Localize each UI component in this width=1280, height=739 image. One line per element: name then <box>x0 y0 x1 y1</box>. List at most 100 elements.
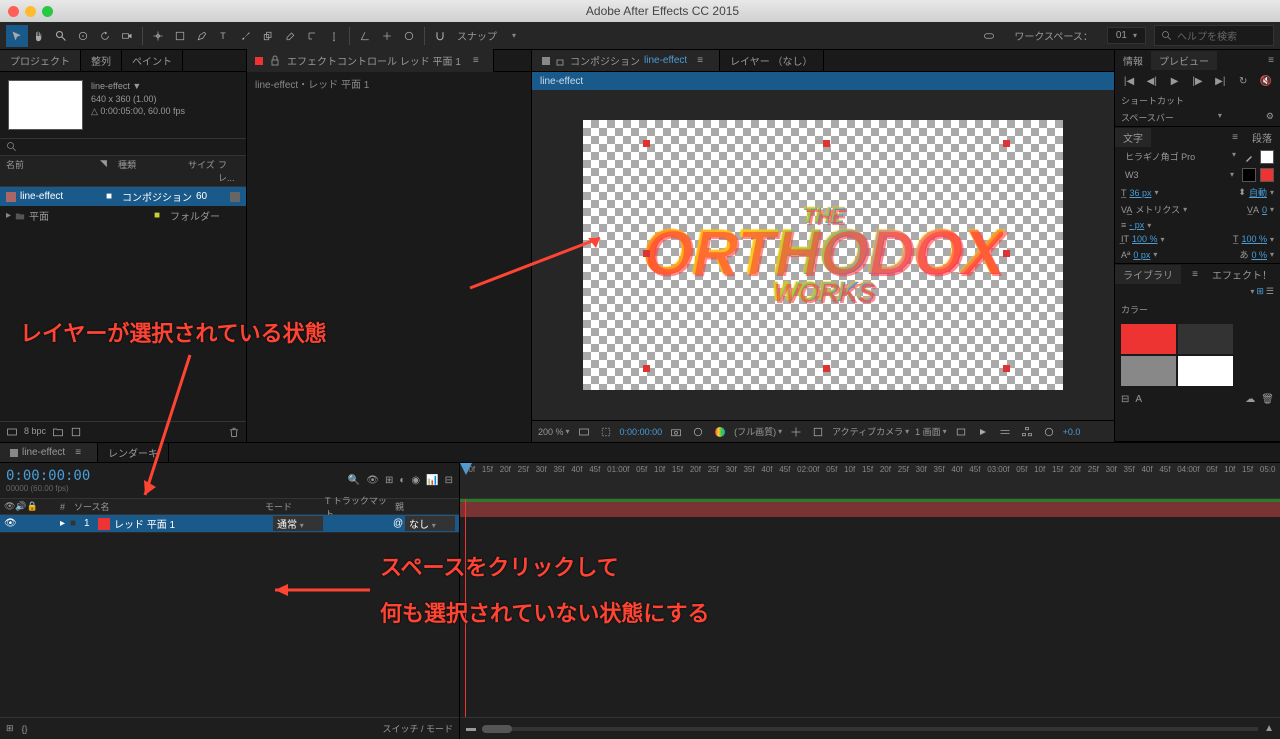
camera-tool[interactable] <box>116 25 138 47</box>
roi-icon[interactable] <box>598 424 614 440</box>
new-folder-icon[interactable] <box>52 426 64 438</box>
timeline-track-area[interactable] <box>460 499 1280 717</box>
lib-reveal-icon[interactable]: ⊟ <box>1121 394 1129 405</box>
interpret-icon[interactable] <box>6 426 18 438</box>
anchor-tool[interactable] <box>147 25 169 47</box>
sync-icon[interactable] <box>978 25 1000 47</box>
transform-handle[interactable] <box>1003 250 1010 257</box>
lib-cloud-icon[interactable]: ☁ <box>1245 394 1255 405</box>
blend-mode-dropdown[interactable]: 通常 ▾ <box>273 516 323 531</box>
font-weight-dropdown[interactable]: W3▾ <box>1121 169 1238 181</box>
project-item-folder[interactable]: ▸ 平面 ■ フォルダー <box>0 206 246 225</box>
tab-timeline-comp[interactable]: line-effect ≡ <box>0 443 98 462</box>
tab-paint[interactable]: ペイント <box>122 50 183 71</box>
camera-dropdown[interactable]: アクティブカメラ ▾ <box>832 425 909 438</box>
leading[interactable]: ⬍自動▾ <box>1238 186 1274 199</box>
lock-icon[interactable] <box>554 55 566 67</box>
resolution-icon[interactable] <box>576 424 592 440</box>
lib-trash-icon[interactable]: 🗑 <box>1261 394 1274 405</box>
orbit-tool[interactable] <box>72 25 94 47</box>
stroke-width[interactable]: ≡- px▾ <box>1121 220 1151 230</box>
tab-effect-controls[interactable]: エフェクトコントロール レッド 平面 1 ≡ <box>247 49 494 72</box>
eyedropper-icon[interactable] <box>1244 151 1256 163</box>
shy-icon[interactable]: 👁 <box>366 475 379 486</box>
toggle-modes-icon[interactable]: {} <box>22 724 28 734</box>
graph-icon[interactable]: 📊 <box>426 475 438 486</box>
selection-tool[interactable] <box>6 25 28 47</box>
pixel-aspect-icon[interactable] <box>953 424 969 440</box>
tab-project[interactable]: プロジェクト <box>0 50 81 71</box>
toggle-switches-icon[interactable]: ⊞ <box>6 723 14 734</box>
world-axis-icon[interactable] <box>376 25 398 47</box>
traffic-zoom[interactable] <box>42 6 53 17</box>
color-mgmt-icon[interactable] <box>712 424 728 440</box>
puppet-tool[interactable] <box>323 25 345 47</box>
local-axis-icon[interactable] <box>354 25 376 47</box>
zoom-slider[interactable] <box>482 727 1258 731</box>
hscale[interactable]: T̲100 %▾ <box>1233 234 1274 244</box>
time-ruler[interactable]: 10f15f20f25f30f35f40f45f01:00f05f10f15f2… <box>460 463 1280 499</box>
comp-flowchart[interactable]: line-effect <box>532 72 1114 90</box>
trash-icon[interactable] <box>228 426 240 438</box>
swatch-red[interactable] <box>1121 324 1176 354</box>
dope-icon[interactable]: ⊟ <box>445 475 453 486</box>
text-tool[interactable]: T <box>213 25 235 47</box>
eraser-tool[interactable] <box>279 25 301 47</box>
switches-modes-label[interactable]: スイッチ / モード <box>382 722 453 735</box>
views-dropdown[interactable]: 1 画面 ▾ <box>915 425 947 438</box>
timeline-icon[interactable] <box>997 424 1013 440</box>
last-frame-icon[interactable]: ▶| <box>1212 74 1228 88</box>
tracking[interactable]: V̲A0▾ <box>1247 205 1274 215</box>
tab-align[interactable]: 整列 <box>81 50 122 71</box>
traffic-minimize[interactable] <box>25 6 36 17</box>
baseline[interactable]: Aª0 px▾ <box>1121 250 1157 260</box>
snap-toggle[interactable] <box>429 25 451 47</box>
exposure-reset-icon[interactable] <box>1041 424 1057 440</box>
tab-library[interactable]: ライブラリ <box>1115 265 1181 284</box>
transform-handle[interactable] <box>643 365 650 372</box>
flowchart-icon[interactable] <box>1019 424 1035 440</box>
transform-handle[interactable] <box>823 140 830 147</box>
panel-menu-icon[interactable]: ≡ <box>691 55 709 66</box>
grid-view-icon[interactable]: ⊞ <box>1256 286 1264 297</box>
panel-menu-icon[interactable]: ≡ <box>1262 55 1280 66</box>
zoom-in-icon[interactable]: ▲ <box>1264 723 1274 734</box>
lock-icon[interactable] <box>269 55 281 67</box>
parent-dropdown[interactable]: なし ▾ <box>405 516 455 531</box>
mask-icon[interactable] <box>810 424 826 440</box>
workspace-dropdown[interactable]: 01▾ <box>1107 27 1146 44</box>
next-frame-icon[interactable]: |▶ <box>1189 74 1205 88</box>
list-view-icon[interactable]: ☰ <box>1266 286 1274 297</box>
kerning[interactable]: VA̲メトリクス▾ <box>1121 203 1187 216</box>
exposure-value[interactable]: +0.0 <box>1063 427 1081 437</box>
bpc-toggle[interactable]: 8 bpc <box>24 426 46 438</box>
loop-icon[interactable]: ↻ <box>1235 74 1251 88</box>
tab-composition[interactable]: コンポジション line-effect ≡ <box>532 50 720 71</box>
tab-layer[interactable]: レイヤー （なし） <box>720 50 823 71</box>
font-size[interactable]: T̲36 px▾ <box>1121 188 1159 198</box>
layer-duration-bar[interactable] <box>460 502 1280 517</box>
swatch-dark[interactable] <box>1178 324 1233 354</box>
project-item-comp[interactable]: line-effect ■ コンポジション 60 <box>0 187 246 206</box>
shortcut-dropdown[interactable]: スペースバー <box>1121 111 1174 124</box>
settings-icon[interactable]: ⚙ <box>1266 111 1274 124</box>
tab-preview[interactable]: プレビュー <box>1151 51 1217 70</box>
traffic-close[interactable] <box>8 6 19 17</box>
tab-render-queue[interactable]: レンダーキ <box>98 443 169 462</box>
panel-menu-icon[interactable]: ≡ <box>467 55 485 66</box>
mute-icon[interactable]: 🔇 <box>1258 74 1274 88</box>
panel-menu-icon[interactable]: ≡ <box>1226 132 1244 143</box>
timeline-layer-1[interactable]: 👁 ▸ ■ 1 レッド 平面 1 通常 ▾ @ なし ▾ <box>0 515 459 533</box>
font-family-dropdown[interactable]: ヒラギノ角ゴ Pro▾ <box>1121 149 1240 164</box>
transform-handle[interactable] <box>1003 365 1010 372</box>
timecode[interactable]: 0:00:00:00 <box>6 468 90 484</box>
tab-character[interactable]: 文字 <box>1115 128 1151 147</box>
layer-color-swatch[interactable] <box>98 518 110 530</box>
roto-tool[interactable] <box>301 25 323 47</box>
tab-paragraph[interactable]: 段落 <box>1244 128 1280 147</box>
play-icon[interactable]: ▶ <box>1167 74 1183 88</box>
transform-handle[interactable] <box>643 250 650 257</box>
guides-icon[interactable] <box>788 424 804 440</box>
pen-tool[interactable] <box>191 25 213 47</box>
stroke-swatch[interactable] <box>1242 168 1256 182</box>
